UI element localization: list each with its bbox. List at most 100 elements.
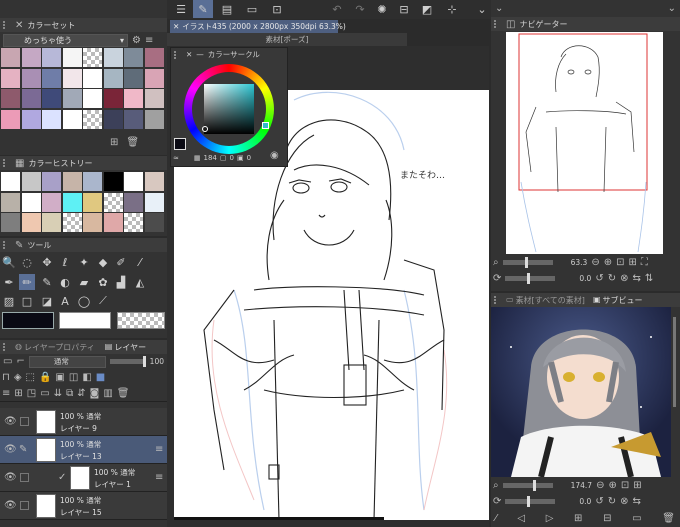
- lasso-tool-icon[interactable]: ◌: [19, 254, 35, 270]
- actual-size-icon[interactable]: ⊞: [628, 257, 636, 268]
- fill-tool-icon[interactable]: ▟: [113, 274, 129, 290]
- grip-icon[interactable]: [494, 20, 502, 28]
- chevron-down-icon[interactable]: ⌄: [495, 3, 503, 14]
- grip-icon[interactable]: [3, 343, 11, 351]
- mask-layer-icon[interactable]: ◙: [90, 388, 100, 399]
- subview-rotate-value[interactable]: 0.0: [579, 497, 591, 506]
- move-tool-icon[interactable]: ✥: [39, 254, 55, 270]
- menu-icon[interactable]: ☰: [171, 0, 191, 18]
- new-vector-layer-icon[interactable]: ◳: [27, 388, 36, 399]
- pen-tool-icon[interactable]: ✒: [1, 274, 17, 290]
- color-swatch[interactable]: [1, 89, 20, 108]
- new-raster-layer-icon[interactable]: ⊞: [14, 388, 22, 399]
- color-swatch[interactable]: [21, 172, 41, 191]
- lock-icon[interactable]: ⌐: [16, 356, 24, 367]
- new-file-icon[interactable]: ▤: [217, 0, 237, 18]
- fit-screen-icon[interactable]: ⊡: [621, 480, 629, 491]
- import-icon[interactable]: ⊞: [574, 513, 582, 524]
- color-swatch[interactable]: [103, 89, 123, 108]
- lock-icon[interactable]: 🔒: [39, 372, 51, 383]
- blend-mode-select[interactable]: 通常: [28, 355, 106, 368]
- clear-icon[interactable]: ⊟: [394, 0, 414, 18]
- fill-icon[interactable]: ◩: [417, 0, 437, 18]
- color-swatch[interactable]: [62, 89, 82, 108]
- color-swatch[interactable]: [144, 172, 164, 191]
- transfer-icon[interactable]: ⇵: [77, 388, 85, 399]
- zoom-out-icon[interactable]: ⊖: [591, 257, 599, 268]
- eye-icon[interactable]: 👁: [4, 416, 17, 427]
- pencil-tool-icon[interactable]: ✏: [19, 274, 35, 290]
- color-icon[interactable]: ■: [96, 372, 105, 383]
- tab-layer[interactable]: ▤ レイヤー: [105, 342, 146, 353]
- zoom-in-icon[interactable]: ⊕: [608, 480, 616, 491]
- rotate-left-icon[interactable]: ↺: [595, 496, 603, 507]
- frame-tool-icon[interactable]: ◪: [39, 293, 55, 309]
- palette-icon[interactable]: ◧: [82, 372, 91, 383]
- color-swatch[interactable]: [42, 172, 61, 191]
- color-swatch[interactable]: [83, 68, 102, 88]
- grip-icon[interactable]: [3, 21, 11, 29]
- redo-icon[interactable]: ↷: [350, 0, 370, 18]
- text-tool-icon[interactable]: A: [57, 293, 73, 309]
- sticker-tool-icon[interactable]: ✿: [95, 274, 111, 290]
- color-swatch[interactable]: [83, 172, 102, 191]
- color-swatch[interactable]: [42, 109, 61, 129]
- color-swatch[interactable]: [103, 48, 123, 67]
- airbrush-tool-icon[interactable]: ✎: [39, 274, 55, 290]
- fit-screen-icon[interactable]: ⊡: [616, 257, 624, 268]
- color-swatch[interactable]: [42, 48, 61, 67]
- color-swatch[interactable]: [1, 48, 20, 67]
- save-icon[interactable]: ⊡: [267, 0, 287, 18]
- color-swatch[interactable]: [83, 213, 102, 232]
- layer-checkbox[interactable]: [20, 473, 29, 482]
- layer-checkbox[interactable]: [20, 417, 29, 426]
- drag-handle-icon[interactable]: ≡: [155, 472, 163, 483]
- color-swatch[interactable]: [124, 213, 143, 232]
- loading-icon[interactable]: ✺: [372, 0, 392, 18]
- color-swatch[interactable]: [144, 89, 164, 108]
- mask-icon[interactable]: ▣: [55, 372, 64, 383]
- wand-tool-icon[interactable]: ✦: [76, 254, 92, 270]
- eraser-tool-icon[interactable]: ◆: [95, 254, 111, 270]
- color-swatch[interactable]: [124, 109, 143, 129]
- color-swatch[interactable]: [103, 68, 123, 88]
- eye-icon[interactable]: 👁: [4, 500, 17, 511]
- reset-rotate-icon[interactable]: ⊗: [620, 273, 628, 284]
- flip-horizontal-icon[interactable]: ⇆: [633, 273, 641, 284]
- color-swatch[interactable]: [1, 192, 20, 212]
- color-swatch[interactable]: [62, 192, 82, 212]
- blend-tool-icon[interactable]: ◐: [57, 274, 73, 290]
- eyedropper-icon[interactable]: ⁄: [132, 254, 148, 270]
- subview-rotate-slider[interactable]: [505, 495, 556, 507]
- tab-subview[interactable]: ▣ サブビュー: [593, 295, 643, 306]
- grip-icon[interactable]: [494, 296, 502, 304]
- layer-row[interactable]: 👁 100 % 通常 レイヤー 15: [0, 492, 167, 520]
- main-sub-swatch[interactable]: [174, 138, 186, 150]
- undo-icon[interactable]: ↶: [327, 0, 347, 18]
- rotate-right-icon[interactable]: ↻: [608, 273, 616, 284]
- color-swatch[interactable]: [42, 89, 61, 108]
- balloon-tool-icon[interactable]: ◯: [76, 293, 92, 309]
- zoom-slider[interactable]: [502, 256, 553, 268]
- reference-image[interactable]: [491, 307, 671, 477]
- clear-image-icon[interactable]: ⊟: [603, 513, 611, 524]
- color-swatch[interactable]: [1, 213, 20, 232]
- eyedropper-icon[interactable]: ⁄: [495, 513, 497, 524]
- lock-alpha-icon[interactable]: ⬚: [26, 372, 35, 383]
- color-swatch[interactable]: [62, 68, 82, 88]
- gradient-tool-icon[interactable]: ▨: [1, 293, 17, 309]
- navigator-preview[interactable]: [506, 32, 663, 254]
- marker-tool-icon[interactable]: ▰: [76, 274, 92, 290]
- color-swatch[interactable]: [42, 192, 61, 212]
- palette-icon[interactable]: ◉: [270, 150, 279, 161]
- zoom-out-icon[interactable]: ⊖: [596, 480, 604, 491]
- grip-icon[interactable]: [174, 50, 182, 59]
- draft-icon[interactable]: ◫: [69, 372, 78, 383]
- apply-mask-icon[interactable]: ▥: [103, 388, 112, 399]
- color-swatch[interactable]: [144, 48, 164, 67]
- color-swatch[interactable]: [21, 89, 41, 108]
- close-tab-icon[interactable]: ✕: [173, 22, 179, 31]
- folder-icon[interactable]: ▭: [632, 513, 641, 524]
- menu-icon[interactable]: ≡: [145, 35, 153, 46]
- chevron-down-icon[interactable]: ⌄: [668, 3, 676, 14]
